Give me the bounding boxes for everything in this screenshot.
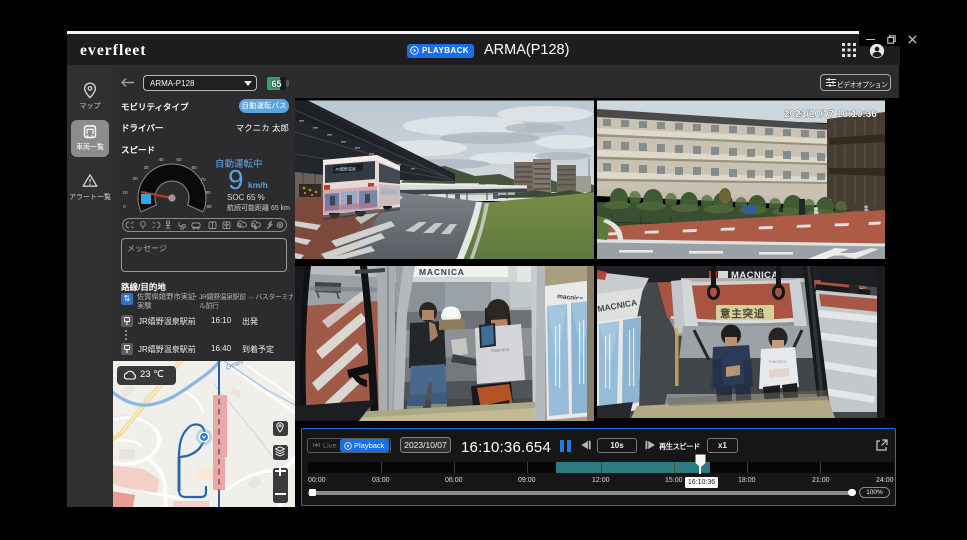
svg-text:20: 20 (132, 176, 138, 181)
svg-text:macnica: macnica (491, 347, 510, 354)
svg-text:2023/10/07 16:10:36: 2023/10/07 16:10:36 (784, 109, 877, 120)
svg-text:0: 0 (123, 204, 126, 209)
svg-text:50: 50 (176, 157, 182, 162)
svg-text:意主突追: 意主突追 (720, 307, 765, 320)
svg-text:90: 90 (206, 204, 212, 209)
svg-text:JR嬉野温泉: JR嬉野温泉 (335, 166, 356, 172)
svg-text:80: 80 (205, 190, 211, 195)
svg-text:30: 30 (143, 165, 149, 170)
svg-text:MACNICA: MACNICA (419, 267, 465, 277)
svg-text:macnica: macnica (769, 359, 786, 364)
svg-text:70: 70 (200, 177, 206, 182)
svg-text:10: 10 (122, 190, 128, 195)
svg-text:40: 40 (158, 157, 164, 162)
svg-text:60: 60 (191, 165, 197, 170)
